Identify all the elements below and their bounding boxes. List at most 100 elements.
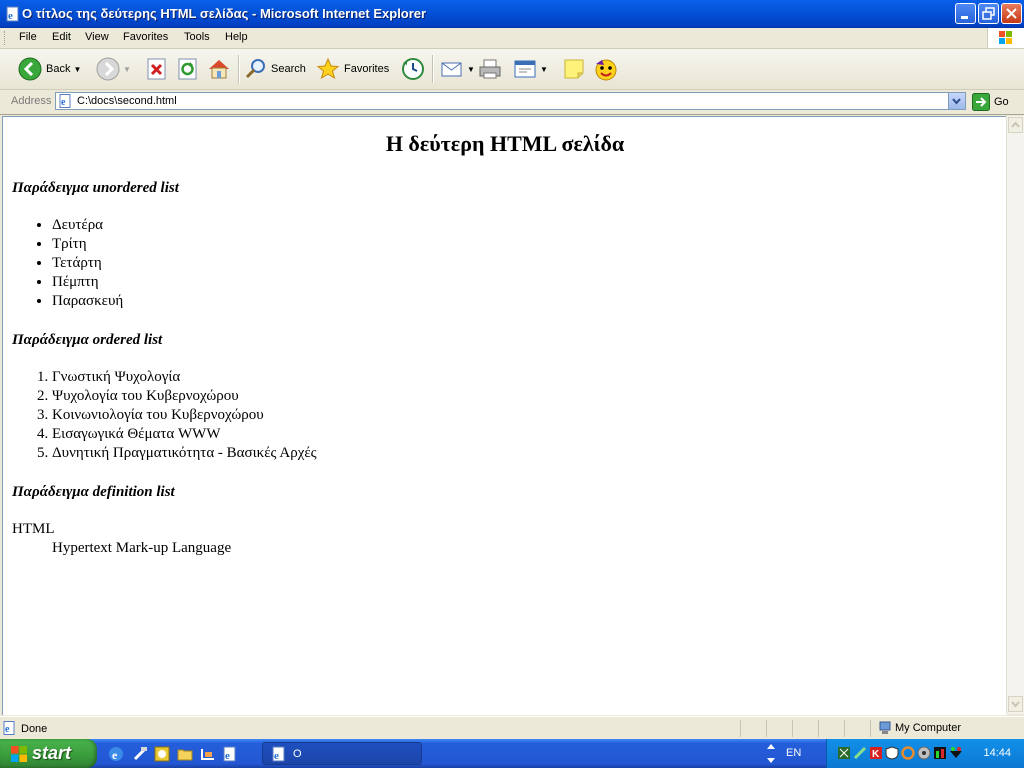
chevron-down-icon <box>1011 701 1020 708</box>
mail-dropdown-icon[interactable]: ▼ <box>467 65 475 74</box>
scroll-up-button[interactable] <box>1008 117 1023 133</box>
definition-term: HTML <box>12 521 55 537</box>
search-label: Search <box>271 63 306 75</box>
taskbar-window-button[interactable]: e O <box>262 742 422 765</box>
forward-button[interactable]: ▼ <box>96 55 131 83</box>
forward-arrow-icon <box>96 57 120 81</box>
vertical-scrollbar[interactable] <box>1006 116 1024 714</box>
list-item: Τρίτη <box>52 235 123 254</box>
scroll-down-button[interactable] <box>1008 696 1023 712</box>
svg-text:e: e <box>61 97 66 108</box>
status-pane <box>818 720 844 737</box>
definition-list-title: Παράδειγμα definition list <box>12 484 175 500</box>
edit-button[interactable]: ▼ <box>513 55 548 83</box>
windows-flag-icon <box>11 745 27 762</box>
app-quicklaunch-icon[interactable] <box>200 746 216 762</box>
list-item: Παρασκευή <box>52 292 123 311</box>
system-tray: K 14:44 <box>826 739 1024 768</box>
tool-quicklaunch-icon[interactable] <box>132 746 148 762</box>
page-icon: e <box>59 94 71 108</box>
ordered-list: Γνωστική Ψυχολογία Ψυχολογία του Κυβερνο… <box>12 368 317 463</box>
refresh-button[interactable] <box>177 55 199 83</box>
refresh-icon <box>178 58 197 80</box>
go-button[interactable]: Go <box>972 93 1009 111</box>
svg-text:e: e <box>8 10 13 22</box>
list-item: Δυνητική Πραγματικότητα - Βασικές Αρχές <box>52 444 317 463</box>
media-quicklaunch-icon[interactable] <box>154 746 170 762</box>
shield-tray-icon[interactable] <box>885 746 899 760</box>
unordered-list-title: Παράδειγμα unordered list <box>12 180 179 196</box>
close-icon <box>1006 8 1017 19</box>
list-item: Κοινωνιολογία του Κυβερνοχώρου <box>52 406 317 425</box>
restore-icon <box>982 7 995 20</box>
pen-tray-icon[interactable] <box>853 746 867 760</box>
back-dropdown-icon[interactable]: ▼ <box>73 65 81 74</box>
window-title: Ο τίτλος της δεύτερης HTML σελίδας - Mic… <box>22 6 427 21</box>
menu-file[interactable]: File <box>19 31 37 43</box>
device-tray-icon[interactable] <box>949 746 963 760</box>
windows-logo <box>987 28 1024 48</box>
address-dropdown-button[interactable] <box>948 93 965 109</box>
forward-dropdown-icon[interactable]: ▼ <box>123 65 131 74</box>
menu-favorites[interactable]: Favorites <box>123 31 168 43</box>
security-zone: My Computer <box>878 721 961 735</box>
clock: 14:44 <box>983 747 1011 759</box>
chevron-up-icon <box>1011 121 1020 128</box>
page-heading: Η δεύτερη HTML σελίδα <box>385 131 625 156</box>
edit-dropdown-icon[interactable]: ▼ <box>540 65 548 74</box>
performance-tray-icon[interactable] <box>933 746 947 760</box>
menu-edit[interactable]: Edit <box>52 31 71 43</box>
menu-view[interactable]: View <box>85 31 109 43</box>
svg-text:e: e <box>225 750 230 762</box>
stop-button[interactable] <box>146 55 168 83</box>
definition-description: Hypertext Mark-up Language <box>52 540 232 556</box>
svg-text:e: e <box>5 724 10 735</box>
start-button[interactable]: start <box>0 739 97 768</box>
network-tray-icon[interactable] <box>837 746 851 760</box>
zone-label: My Computer <box>895 722 962 734</box>
printer-icon <box>479 59 501 79</box>
folder-quicklaunch-icon[interactable] <box>177 746 193 762</box>
history-button[interactable] <box>401 55 425 83</box>
task-label: O <box>293 747 302 760</box>
page-done-icon: e <box>3 721 15 735</box>
close-button[interactable] <box>1001 3 1022 24</box>
unordered-list: Δευτέρα Τρίτη Τετάρτη Πέμπτη Παρασκευή <box>12 216 123 311</box>
my-computer-icon <box>879 721 891 734</box>
ie-page-quicklaunch-icon[interactable]: e <box>222 746 238 762</box>
search-icon <box>245 59 265 79</box>
taskbar-scroll-icon[interactable] <box>765 740 777 767</box>
minimize-button[interactable] <box>955 3 976 24</box>
discuss-button[interactable] <box>562 55 586 83</box>
address-label: Address <box>11 95 52 107</box>
go-arrow-icon <box>972 93 990 111</box>
status-bar: e Done My Computer <box>0 716 1024 740</box>
mail-button[interactable]: ▼ <box>440 55 475 83</box>
language-indicator[interactable]: EN <box>786 747 801 759</box>
standard-toolbar: Back ▼ ▼ Search Favorites ▼ ▼ <box>0 49 1024 90</box>
sync-tray-icon[interactable] <box>901 746 915 760</box>
ie-page-icon: e <box>6 6 19 22</box>
back-button[interactable]: Back ▼ <box>18 55 81 83</box>
menu-help[interactable]: Help <box>225 31 248 43</box>
menu-bar: File Edit View Favorites Tools Help <box>0 28 1024 49</box>
title-bar: e Ο τίτλος της δεύτερης HTML σελίδας - M… <box>0 0 1024 28</box>
address-input[interactable]: e C:\docs\second.html <box>55 92 966 110</box>
restore-button[interactable] <box>978 3 999 24</box>
print-button[interactable] <box>478 55 502 83</box>
status-pane <box>792 720 818 737</box>
messenger-button[interactable] <box>593 55 619 83</box>
favorites-button[interactable]: Favorites <box>316 55 389 83</box>
home-button[interactable] <box>207 55 231 83</box>
list-item: Εισαγωγικά Θέματα WWW <box>52 425 317 444</box>
sticky-note-icon <box>564 59 584 79</box>
toolbar-separator <box>432 55 434 83</box>
status-pane <box>766 720 792 737</box>
ie-quicklaunch-icon[interactable]: e <box>108 746 124 762</box>
search-button[interactable]: Search <box>245 55 306 83</box>
menu-tools[interactable]: Tools <box>184 31 210 43</box>
volume-tray-icon[interactable] <box>917 746 931 760</box>
antivirus-tray-icon[interactable]: K <box>869 746 883 760</box>
ordered-list-title: Παράδειγμα ordered list <box>12 332 163 348</box>
status-text: Done <box>21 723 48 735</box>
